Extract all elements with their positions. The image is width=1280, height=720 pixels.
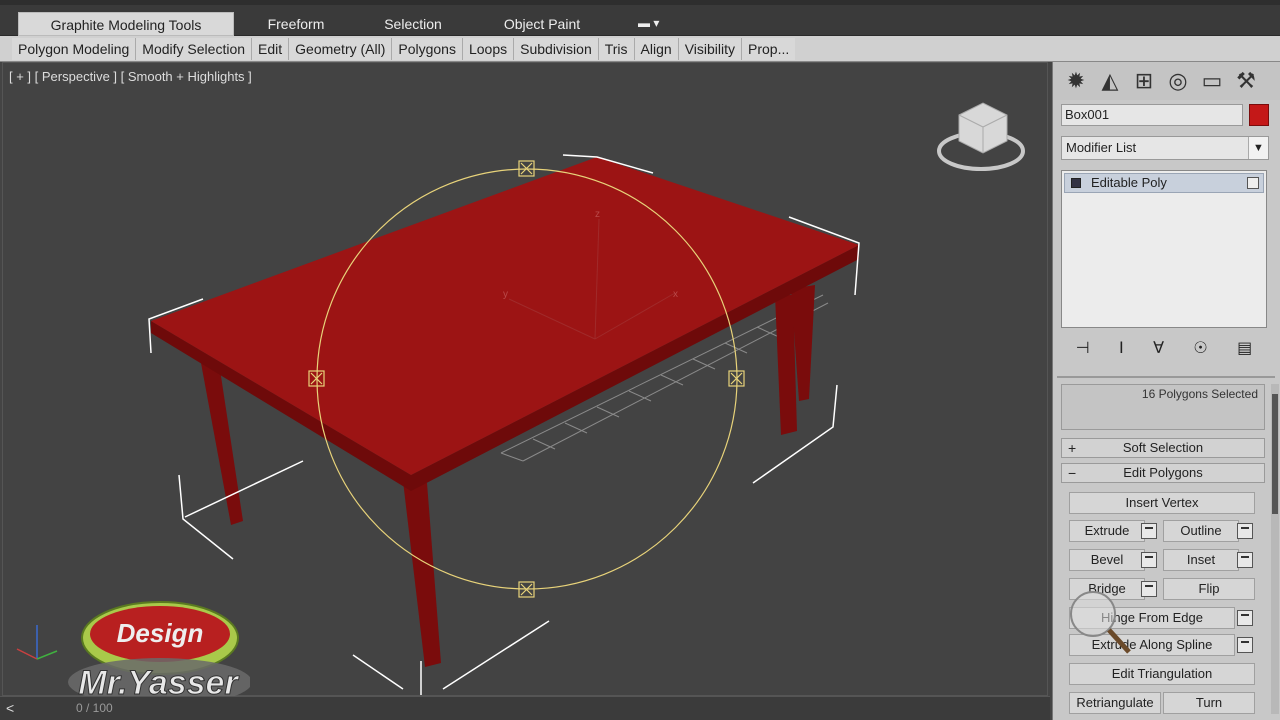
design-watermark-logo: Design Mr.Yasser [68, 601, 250, 706]
frame-counter: 0 / 100 [76, 701, 113, 715]
title-strip [0, 0, 1280, 5]
tab-graphite-modeling-tools[interactable]: Graphite Modeling Tools [18, 12, 234, 36]
modifier-stack[interactable]: Editable Poly [1061, 170, 1267, 328]
chevron-down-icon[interactable]: ▼ [1248, 137, 1268, 159]
timeline-bar[interactable]: < 0 / 100 [0, 696, 1050, 720]
panel-tris[interactable]: Tris [599, 38, 635, 60]
pin-stack-icon[interactable]: ⊣ [1076, 338, 1090, 358]
show-end-result-icon[interactable]: Ⅰ [1119, 338, 1124, 358]
tab-object-paint[interactable]: Object Paint [494, 12, 590, 36]
bevel-settings-button[interactable] [1141, 552, 1157, 568]
gizmo-axis-z: z [595, 209, 600, 220]
timeline-prev-arrow[interactable]: < [6, 700, 14, 716]
panel-align[interactable]: Align [635, 38, 679, 60]
bridge-settings-button[interactable] [1141, 581, 1157, 597]
outline-settings-button[interactable] [1237, 523, 1253, 539]
rollout-soft-selection-label: Soft Selection [1122, 440, 1204, 455]
panel-scrollbar[interactable] [1271, 384, 1279, 714]
stack-item-editable-poly[interactable]: Editable Poly [1064, 173, 1264, 193]
selection-info: 16 Polygons Selected [1061, 384, 1265, 430]
object-name-field[interactable]: Box001 [1061, 104, 1243, 126]
flip-button[interactable]: Flip [1163, 578, 1255, 600]
watermark-design-text: Design [117, 618, 204, 648]
remove-modifier-icon[interactable]: ☉ [1193, 338, 1207, 358]
insert-vertex-button[interactable]: Insert Vertex [1069, 492, 1255, 514]
rollout-edit-polygons[interactable]: − Edit Polygons [1061, 463, 1265, 483]
retriangulate-button[interactable]: Retriangulate [1069, 692, 1161, 714]
bevel-button[interactable]: Bevel [1069, 549, 1145, 571]
inset-settings-button[interactable] [1237, 552, 1253, 568]
ribbon-bar: Graphite Modeling Tools Freeform Selecti… [0, 0, 1280, 36]
panel-divider [1057, 376, 1275, 378]
collapse-minus-icon: − [1068, 465, 1077, 481]
stack-item-toggle[interactable] [1247, 177, 1259, 189]
configure-sets-icon[interactable]: ▤ [1237, 338, 1252, 358]
make-unique-icon[interactable]: ∀ [1153, 338, 1164, 358]
modifier-list-dropdown[interactable]: Modifier List ▼ [1061, 136, 1269, 160]
ribbon-panel-bar: Polygon Modeling Modify Selection Edit G… [0, 36, 1280, 62]
scrollbar-thumb[interactable] [1272, 394, 1278, 514]
tab-freeform[interactable]: Freeform [256, 12, 336, 36]
outline-button[interactable]: Outline [1163, 520, 1239, 542]
panel-properties[interactable]: Prop... [742, 38, 795, 60]
tab-selection[interactable]: Selection [372, 12, 454, 36]
inset-button[interactable]: Inset [1163, 549, 1239, 571]
extrude-button[interactable]: Extrude [1069, 520, 1145, 542]
ribbon-panel-group: Polygon Modeling Modify Selection Edit G… [12, 38, 796, 60]
panel-loops[interactable]: Loops [463, 38, 515, 60]
object-color-swatch[interactable] [1249, 104, 1269, 126]
panel-modify-selection[interactable]: Modify Selection [136, 38, 253, 60]
motion-tab-icon[interactable]: ◎ [1163, 66, 1193, 96]
panel-subdivision[interactable]: Subdivision [514, 38, 599, 60]
stack-toolbar: ⊣ Ⅰ ∀ ☉ ▤ [1061, 334, 1267, 362]
magnifier-cursor-icon [1070, 591, 1131, 654]
display-tab-icon[interactable]: ▭ [1197, 66, 1227, 96]
edit-triangulation-button[interactable]: Edit Triangulation [1069, 663, 1255, 685]
modify-tab-icon[interactable]: ◭ [1095, 66, 1125, 96]
panel-polygon-modeling[interactable]: Polygon Modeling [12, 38, 137, 60]
stack-item-label: Editable Poly [1091, 175, 1167, 190]
gizmo-axis-x: x [673, 289, 678, 300]
panel-geometry-all[interactable]: Geometry (All) [289, 38, 393, 60]
axis-tripod-icon [16, 625, 58, 660]
hierarchy-tab-icon[interactable]: ⊞ [1129, 66, 1159, 96]
utilities-tab-icon[interactable]: ⚒ [1231, 66, 1261, 96]
gizmo-axis-y: y [503, 289, 508, 300]
expand-icon[interactable] [1071, 178, 1081, 188]
extrude-settings-button[interactable] [1141, 523, 1157, 539]
expand-plus-icon: + [1068, 440, 1077, 456]
ribbon-options-icon[interactable]: ▬ ▾ [638, 16, 668, 32]
turn-button[interactable]: Turn [1163, 692, 1255, 714]
rollout-edit-polygons-label: Edit Polygons [1123, 465, 1203, 480]
create-tab-icon[interactable]: ✹ [1061, 66, 1091, 96]
viewcube-icon[interactable] [937, 102, 1025, 171]
panel-visibility[interactable]: Visibility [679, 38, 742, 60]
modifier-list-label: Modifier List [1066, 140, 1137, 155]
panel-edit[interactable]: Edit [252, 38, 290, 60]
extrude-spline-settings-button[interactable] [1237, 637, 1253, 653]
command-panel: ✹ ◭ ⊞ ◎ ▭ ⚒ Box001 Modifier List ▼ Edita… [1052, 62, 1280, 720]
command-panel-tabs: ✹ ◭ ⊞ ◎ ▭ ⚒ [1053, 62, 1280, 100]
hinge-settings-button[interactable] [1237, 610, 1253, 626]
rollout-soft-selection[interactable]: + Soft Selection [1061, 438, 1265, 458]
panel-polygons[interactable]: Polygons [392, 38, 463, 60]
